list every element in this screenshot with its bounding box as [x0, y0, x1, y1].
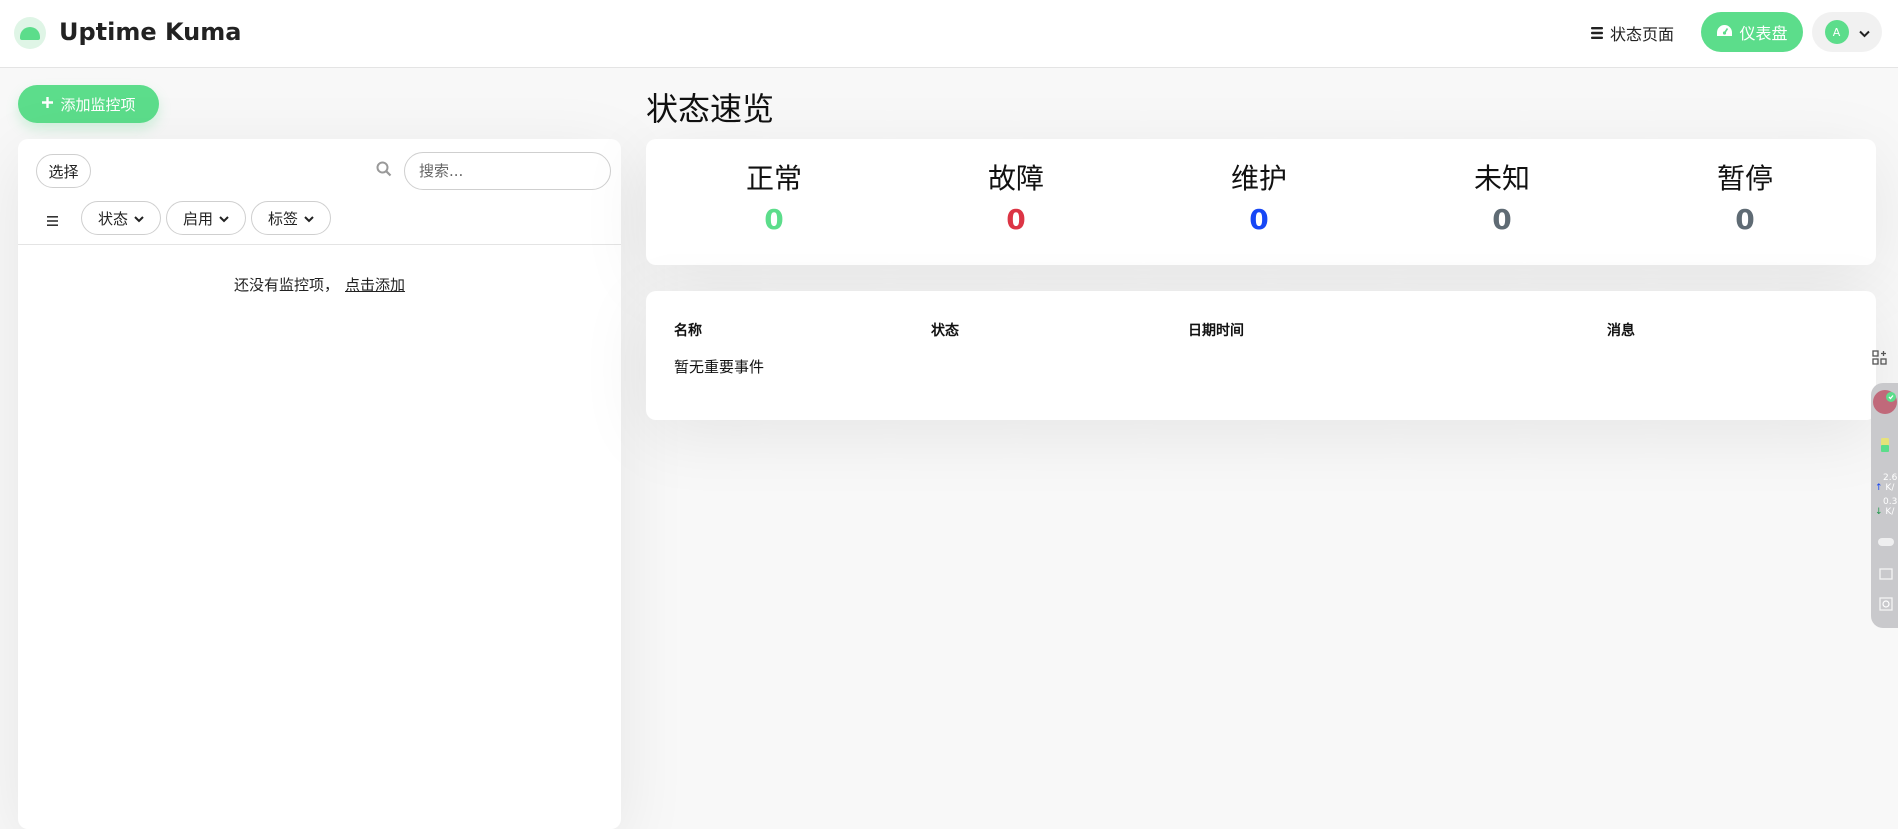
avatar: A [1824, 20, 1849, 44]
status-page-label: 状态页面 [1610, 25, 1675, 44]
stat-paused: 暂停 0 [1655, 157, 1835, 236]
top-navbar: Uptime Kuma 状态页面 仪表盘 A [0, 0, 1898, 68]
dashboard-button[interactable]: 仪表盘 [1701, 12, 1803, 52]
screenshot-icon[interactable] [1878, 566, 1898, 585]
important-events-card: 名称 状态 日期时间 消息 暂无重要事件 [646, 291, 1876, 420]
stat-label: 故障 [987, 162, 1044, 195]
status-filter-dropdown[interactable]: 状态 [81, 201, 161, 235]
add-monitor-link[interactable]: 点击添加 [345, 276, 405, 294]
empty-monitor-message: 还没有监控项， 点击添加 [18, 274, 621, 295]
stat-maintenance: 维护 0 [1169, 157, 1349, 236]
stat-value: 0 [1492, 203, 1512, 236]
status-page-link[interactable]: 状态页面 [1590, 20, 1674, 46]
no-events-message: 暂无重要事件 [674, 358, 765, 376]
search-input[interactable] [404, 152, 611, 190]
plus-icon [41, 95, 54, 113]
stat-down: 故障 0 [926, 157, 1106, 236]
stat-label: 未知 [1473, 162, 1530, 195]
chevron-down-icon [304, 209, 314, 227]
stat-value: 0 [764, 203, 784, 236]
download-speed-value: 0.3 [1883, 497, 1898, 507]
filter-bar: 状态 启用 标签 [18, 201, 621, 245]
download-speed: ↓ K/ [1875, 507, 1898, 517]
stat-label: 正常 [745, 162, 802, 195]
column-header-status: 状态 [931, 323, 959, 339]
active-filter-dropdown[interactable]: 启用 [166, 201, 246, 235]
dashboard-label: 仪表盘 [1739, 24, 1788, 43]
stat-value: 0 [1735, 203, 1755, 236]
column-header-datetime: 日期时间 [1188, 323, 1244, 339]
profile-dropdown-button[interactable]: A [1812, 12, 1882, 52]
chevron-down-icon [219, 209, 229, 227]
stat-value: 0 [1006, 203, 1026, 236]
active-filter-label: 启用 [182, 209, 213, 228]
add-monitor-label: 添加监控项 [60, 95, 136, 114]
upload-speed: ↑ K/ [1875, 483, 1898, 493]
tags-filter-dropdown[interactable]: 标签 [251, 201, 331, 235]
add-monitor-button[interactable]: 添加监控项 [18, 85, 159, 123]
chevron-down-icon [134, 209, 144, 227]
app-title[interactable]: Uptime Kuma [59, 18, 241, 46]
stat-value: 0 [1249, 203, 1269, 236]
stat-unknown: 未知 0 [1412, 157, 1592, 236]
widget-avatar-icon[interactable] [1871, 388, 1898, 419]
arrow-down-icon: ↓ [1875, 507, 1883, 517]
monitor-list-panel: 选择 状态 启用 标签 还没有监控项， 点击添加 [18, 139, 621, 829]
download-speed-unit: K/ [1885, 507, 1895, 517]
column-header-message: 消息 [1607, 323, 1635, 339]
arrow-up-icon: ↑ [1875, 483, 1883, 493]
gauge-icon [1716, 23, 1733, 42]
search-icon[interactable] [376, 161, 392, 181]
magnifier-icon[interactable] [1878, 596, 1898, 615]
stat-up: 正常 0 [684, 157, 864, 236]
upload-speed-value: 2.6 [1883, 473, 1898, 483]
page-title: 状态速览 [646, 90, 775, 128]
upload-speed-unit: K/ [1885, 483, 1895, 493]
column-header-name: 名称 [674, 323, 702, 339]
system-monitor-widget[interactable]: 2.6 ↑ K/ 0.3 ↓ K/ [1871, 383, 1898, 628]
apps-grid-icon[interactable] [1871, 349, 1895, 373]
status-overview-card: 正常 0 故障 0 维护 0 未知 0 暂停 0 [646, 139, 1876, 265]
empty-monitor-text: 还没有监控项， [233, 276, 339, 294]
select-button[interactable]: 选择 [36, 154, 91, 188]
battery-icon [1880, 437, 1898, 456]
sort-lines-icon[interactable] [46, 212, 60, 231]
stream-list-icon [1590, 26, 1604, 40]
stat-label: 维护 [1230, 162, 1287, 195]
status-filter-label: 状态 [97, 209, 128, 228]
game-controller-icon[interactable] [1877, 536, 1898, 551]
chevron-down-icon [1858, 23, 1870, 42]
stat-label: 暂停 [1716, 162, 1773, 195]
tags-filter-label: 标签 [267, 209, 298, 228]
uptime-kuma-logo-icon[interactable] [14, 17, 46, 49]
